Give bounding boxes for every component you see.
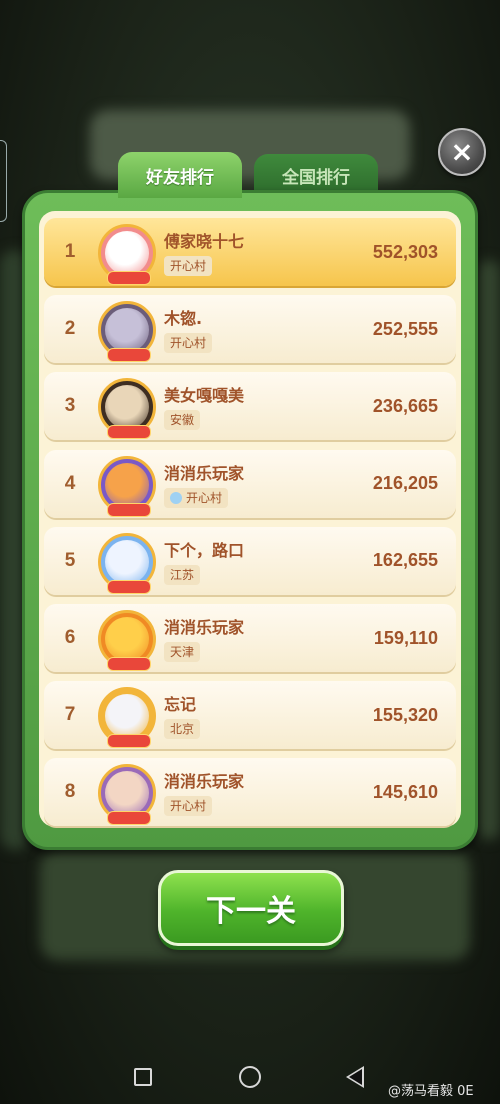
avatar-frame-ribbon (107, 734, 151, 749)
score-value: 252,555 (372, 318, 438, 339)
location-label: 北京 (170, 722, 195, 737)
rank-number: 8 (64, 781, 76, 803)
avatar-frame-ribbon (107, 811, 151, 826)
avatar[interactable] (98, 764, 156, 826)
score-value: 552,303 (372, 241, 438, 262)
watermark: @荡马看毅 0E (388, 1084, 474, 1099)
avatar[interactable] (98, 532, 156, 594)
rank-number: 2 (64, 318, 76, 340)
edge-handle[interactable] (0, 140, 7, 222)
location-tag: 安徽 (164, 410, 201, 431)
avatar-image (105, 385, 149, 430)
score-value: 159,110 (373, 627, 438, 648)
rank-number: 6 (64, 627, 76, 648)
avatar-frame-ribbon (107, 579, 151, 594)
rank-number: 1 (64, 241, 76, 262)
location-label: 安徽 (170, 413, 195, 428)
location-tag: 开心村 (164, 333, 213, 354)
avatar[interactable] (98, 687, 156, 749)
player-name: 美女嘎嘎美 (164, 386, 245, 406)
location-tag: 开心村 (164, 487, 229, 508)
tab-friends-ranking[interactable]: 好友排行 (118, 152, 242, 198)
tab-national-label: 全国排行 (282, 167, 350, 188)
avatar-image (105, 771, 149, 816)
avatar[interactable] (98, 224, 156, 285)
score-value: 145,610 (372, 781, 438, 802)
avatar-image (105, 617, 149, 661)
leaderboard-row[interactable]: 4 消消乐玩家开心村 216,205 (44, 449, 456, 518)
recent-apps-icon[interactable] (134, 1068, 152, 1086)
avatar-frame-ribbon (107, 502, 151, 517)
close-button[interactable]: × (438, 128, 486, 176)
leaderboard-row[interactable]: 6 消消乐玩家天津 159,110 (44, 604, 456, 672)
score-value: 162,655 (372, 550, 438, 571)
score-value: 155,320 (372, 704, 438, 725)
diamond-icon (170, 491, 182, 504)
location-tag: 北京 (164, 719, 201, 740)
leaderboard-panel (22, 190, 478, 850)
avatar-frame-ribbon (107, 657, 151, 671)
avatar-frame-ribbon (107, 425, 151, 440)
player-name: 下个，路口 (164, 540, 245, 560)
location-tag: 江苏 (164, 564, 201, 585)
location-label: 江苏 (170, 567, 195, 582)
score-value: 236,665 (372, 395, 438, 416)
avatar[interactable] (98, 455, 156, 517)
avatar-frame-ribbon (107, 348, 151, 363)
avatar[interactable] (98, 610, 156, 671)
location-tag: 开心村 (164, 796, 213, 817)
avatar-image (105, 539, 149, 584)
leaderboard-row[interactable]: 8 消消乐玩家开心村 145,610 (44, 758, 456, 827)
rank-number: 3 (64, 395, 76, 417)
leaderboard-row[interactable]: 7 忘记北京 155,320 (44, 681, 456, 750)
score-value: 216,205 (372, 473, 438, 494)
player-name: 消消乐玩家 (164, 618, 245, 637)
leaderboard-row[interactable]: 2 木锪. 开心村 252,555 (44, 295, 456, 364)
player-name: 木锪. (164, 309, 203, 329)
close-icon: × (450, 135, 474, 168)
player-name: 消消乐玩家 (164, 772, 245, 792)
home-icon[interactable] (239, 1066, 261, 1088)
leaderboard-row[interactable]: 5 下个，路口江苏 162,655 (44, 526, 456, 595)
player-name: 忘记 (164, 695, 197, 715)
location-label: 开心村 (170, 336, 207, 351)
player-name: 消消乐玩家 (164, 463, 245, 483)
location-label: 开心村 (170, 799, 207, 814)
location-label: 开心村 (186, 490, 223, 505)
rank-number: 4 (64, 472, 76, 494)
tab-friends-label: 好友排行 (146, 167, 214, 188)
avatar-image (105, 462, 149, 507)
avatar-image (105, 308, 149, 353)
back-icon[interactable] (346, 1066, 364, 1088)
rank-number: 5 (64, 549, 76, 571)
next-level-button[interactable]: 下一关 (158, 870, 344, 946)
avatar[interactable] (98, 301, 156, 363)
avatar-image (105, 231, 149, 275)
leaderboard-row[interactable]: 3 美女嘎嘎美安徽 236,665 (44, 372, 456, 441)
location-label: 开心村 (170, 259, 207, 273)
location-label: 天津 (170, 645, 195, 659)
location-tag: 天津 (164, 642, 201, 662)
avatar[interactable] (98, 378, 156, 440)
avatar-image (105, 694, 149, 739)
player-name: 傅家晓十七 (164, 232, 245, 251)
leaderboard-row[interactable]: 1 傅家晓十七开心村 552,303 (44, 218, 456, 286)
location-tag: 开心村 (164, 256, 213, 276)
rank-number: 7 (64, 704, 76, 726)
next-level-label: 下一关 (206, 894, 296, 929)
background-blur-right (478, 260, 500, 840)
avatar-frame-ribbon (107, 271, 151, 285)
